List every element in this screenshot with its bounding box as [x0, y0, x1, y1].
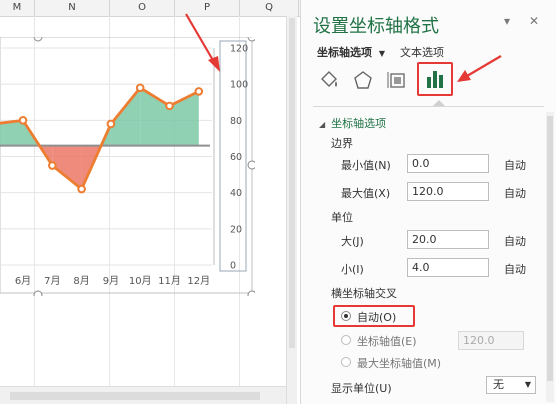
section-label: 坐标轴选项 [331, 117, 387, 130]
cross-label: 横坐标轴交叉 [331, 287, 397, 300]
annotation-arrow-icon [457, 55, 502, 82]
x-tick-label: 7月 [44, 275, 60, 287]
radio-axis-value[interactable] [341, 335, 351, 345]
min-auto-button[interactable]: 自动 [504, 157, 526, 173]
column-header-bar: M N O P Q [0, 0, 300, 17]
bounds-label: 边界 [331, 137, 353, 150]
resize-handle[interactable] [33, 290, 43, 296]
radio-axis-value-label[interactable]: 坐标轴值(E) [357, 333, 417, 349]
radio-max-value-label[interactable]: 最大坐标轴值(M) [357, 355, 441, 371]
y-tick-label: 20 [230, 224, 242, 235]
fill-line-button[interactable] [315, 66, 343, 94]
display-units-value: 无 [493, 378, 504, 391]
resize-handle[interactable] [247, 290, 255, 296]
panel-title: 设置坐标轴格式 [313, 16, 439, 37]
x-tick-label: 9月 [103, 275, 119, 287]
radio-max-value[interactable] [341, 357, 351, 367]
tab-text-options[interactable]: 文本选项 [400, 44, 444, 60]
display-units-label: 显示单位(U) [331, 382, 392, 395]
y-tick-label: 100 [230, 80, 248, 91]
scrollbar-thumb[interactable] [289, 18, 295, 348]
column-header-o[interactable]: O [110, 0, 175, 16]
data-point[interactable] [48, 161, 57, 170]
units-label: 单位 [331, 211, 353, 224]
sheet-vertical-scrollbar[interactable] [286, 16, 297, 404]
close-icon[interactable]: ✕ [529, 14, 539, 28]
x-tick-label: 8月 [73, 275, 89, 287]
scrollbar-thumb[interactable] [10, 392, 260, 400]
section-axis-options[interactable]: ◢ 坐标轴选项 [319, 115, 386, 131]
paint-bucket-icon [321, 71, 337, 87]
y-tick-label: 40 [230, 188, 242, 199]
data-point[interactable] [18, 116, 28, 125]
data-point[interactable] [106, 119, 116, 129]
chevron-down-icon: ▼ [378, 49, 385, 58]
divider [313, 106, 544, 107]
max-auto-button[interactable]: 自动 [504, 185, 526, 201]
data-point[interactable] [165, 101, 174, 111]
x-tick-label: 6月 [15, 275, 31, 287]
resize-handle[interactable] [247, 37, 255, 42]
panel-options-chevron-icon[interactable]: ▾ [504, 14, 510, 28]
y-tick-label: 120 [230, 44, 248, 55]
sheet-horizontal-scrollbar[interactable] [0, 386, 286, 404]
format-axis-panel: 设置坐标轴格式 ▾ ✕ 坐标轴选项 ▼ 文本选项 ◢ 坐标轴选项 边界 最小值(N… [300, 0, 556, 404]
size-properties-icon [387, 72, 405, 88]
minor-auto-button[interactable]: 自动 [504, 261, 526, 277]
column-header-m[interactable]: M [0, 0, 35, 16]
annotation-arrow-axis [185, 13, 220, 72]
pentagon-icon [354, 71, 372, 89]
radio-auto-label[interactable]: 自动(O) [357, 309, 396, 325]
min-bound-input[interactable]: 0.0 [407, 154, 489, 173]
major-auto-button[interactable]: 自动 [504, 233, 526, 249]
y-tick-label: 0 [230, 261, 236, 272]
data-point[interactable] [135, 83, 145, 93]
scrollbar-thumb[interactable] [547, 116, 553, 381]
effects-button[interactable] [349, 66, 377, 94]
tab-axis-options[interactable]: 坐标轴选项 ▼ [317, 44, 385, 60]
chevron-down-icon: ▼ [524, 380, 531, 389]
radio-auto[interactable] [341, 311, 351, 321]
x-tick-label: 12月 [187, 275, 210, 287]
max-bound-input[interactable]: 120.0 [407, 182, 489, 201]
display-units-select[interactable]: 无 ▼ [486, 376, 536, 394]
minor-label: 小(I) [341, 263, 364, 276]
x-tick-label: 10月 [129, 275, 152, 287]
column-header-n[interactable]: N [35, 0, 110, 16]
resize-handle[interactable] [247, 160, 255, 170]
panel-scrollbar[interactable] [546, 112, 554, 402]
major-unit-input[interactable]: 20.0 [407, 230, 489, 249]
bar-chart-icon [427, 71, 443, 88]
y-tick-label: 60 [230, 152, 242, 163]
data-point[interactable] [194, 87, 204, 96]
data-point[interactable] [77, 184, 86, 194]
size-properties-button[interactable] [383, 66, 411, 94]
major-label: 大(J) [341, 235, 364, 248]
resize-handle[interactable] [33, 37, 43, 42]
max-label: 最大值(X) [341, 187, 391, 200]
axis-value-input[interactable]: 120.0 [458, 331, 524, 350]
minor-unit-input[interactable]: 4.0 [407, 258, 489, 277]
column-header-q[interactable]: Q [240, 0, 299, 16]
axis-options-button[interactable] [417, 62, 453, 96]
worksheet: M N O P Q 6月 7月 8月 9月 10月 11月 12月 0 20 40 60 80 100 1… [0, 0, 300, 404]
x-tick-label: 11月 [158, 275, 181, 287]
y-tick-label: 80 [230, 116, 242, 127]
min-label: 最小值(N) [341, 159, 391, 172]
collapse-icon: ◢ [319, 120, 326, 129]
tab-label: 坐标轴选项 [317, 46, 372, 59]
